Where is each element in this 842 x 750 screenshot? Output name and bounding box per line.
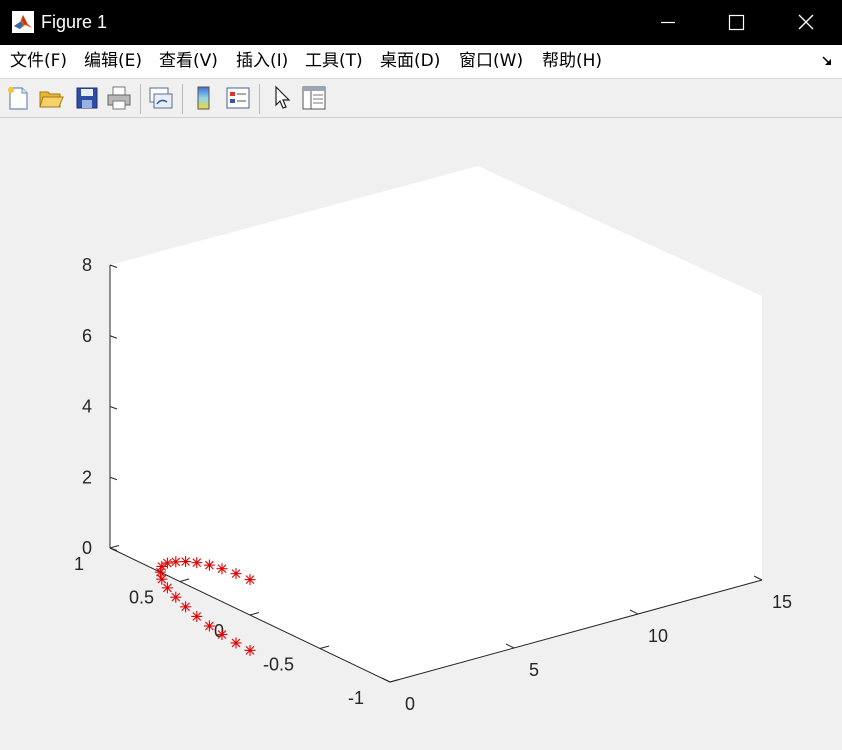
close-button[interactable]: [776, 0, 836, 45]
x-tick-label: 5: [529, 660, 539, 680]
data-point-marker: [180, 601, 192, 613]
toolbar-separator: [140, 84, 141, 114]
data-point-marker: [191, 610, 203, 622]
menu-help[interactable]: 帮助(H): [542, 51, 602, 72]
data-point-marker: [170, 591, 182, 603]
menu-bar: 文件(F) 编辑(E) 查看(V) 插入(I) 工具(T) 桌面(D) 窗口(W…: [0, 45, 842, 79]
title-bar[interactable]: Figure 1: [0, 0, 842, 45]
x-tick-label: 0: [405, 694, 415, 714]
legend-icon[interactable]: [224, 84, 252, 112]
menu-file[interactable]: 文件(F): [10, 51, 67, 72]
x-tick-label: 15: [772, 592, 792, 612]
z-tick-label: 6: [82, 326, 92, 346]
data-point-marker: [161, 582, 173, 594]
minimize-icon: [661, 21, 675, 24]
new-figure-icon[interactable]: [4, 84, 32, 112]
data-point-marker: [156, 573, 168, 585]
menu-window[interactable]: 窗口(W): [459, 51, 523, 72]
y-tick-label: -1: [348, 688, 364, 708]
minimize-button[interactable]: [638, 0, 698, 45]
data-point-marker: [191, 557, 203, 569]
link-plot-icon[interactable]: [147, 84, 175, 112]
menu-tools[interactable]: 工具(T): [305, 51, 363, 72]
y-tick-label: 1: [74, 554, 84, 574]
y-tick-label: 0.5: [129, 588, 154, 608]
data-point-marker: [203, 620, 215, 632]
edit-plot-arrow-icon[interactable]: [268, 84, 296, 112]
data-point-marker: [216, 563, 228, 575]
data-point-marker: [230, 637, 242, 649]
data-point-marker: [230, 568, 242, 580]
data-point-marker: [203, 559, 215, 571]
dock-arrow-icon[interactable]: [820, 54, 834, 68]
data-point-marker: [244, 644, 256, 656]
menu-desktop[interactable]: 桌面(D): [380, 51, 440, 72]
maximize-icon: [728, 14, 745, 31]
figure-toolbar: [0, 79, 842, 118]
data-point-marker: [244, 574, 256, 586]
data-point-marker: [216, 628, 228, 640]
property-inspector-icon[interactable]: [300, 84, 328, 112]
menu-insert[interactable]: 插入(I): [236, 51, 288, 72]
print-icon[interactable]: [105, 84, 133, 112]
y-tick-label: -0.5: [263, 655, 294, 675]
window-title: Figure 1: [41, 12, 108, 32]
z-tick-label: 2: [82, 467, 92, 487]
figure-canvas[interactable]: 02468-1-0.500.51051015: [0, 118, 842, 750]
save-icon[interactable]: [73, 84, 101, 112]
x-tick-label: 10: [648, 626, 668, 646]
menu-edit[interactable]: 编辑(E): [84, 51, 142, 72]
menu-view[interactable]: 查看(V): [159, 51, 218, 72]
matlab-logo-icon: [12, 11, 34, 33]
toolbar-separator: [182, 84, 183, 114]
axes-background: [110, 166, 762, 682]
figure-window: Figure 1 文件(F) 编辑(E) 查看(V) 插入(I) 工具(T) 桌…: [0, 0, 842, 750]
data-point-marker: [170, 556, 182, 568]
toolbar-separator: [259, 84, 260, 114]
z-tick-label: 4: [82, 397, 92, 417]
z-tick-label: 8: [82, 255, 92, 275]
colorbar-icon[interactable]: [190, 84, 218, 112]
close-icon: [798, 14, 814, 30]
open-file-icon[interactable]: [37, 84, 65, 112]
data-point-marker: [180, 556, 192, 568]
maximize-button[interactable]: [706, 0, 766, 45]
axes-3d[interactable]: 02468-1-0.500.51051015: [0, 118, 842, 750]
